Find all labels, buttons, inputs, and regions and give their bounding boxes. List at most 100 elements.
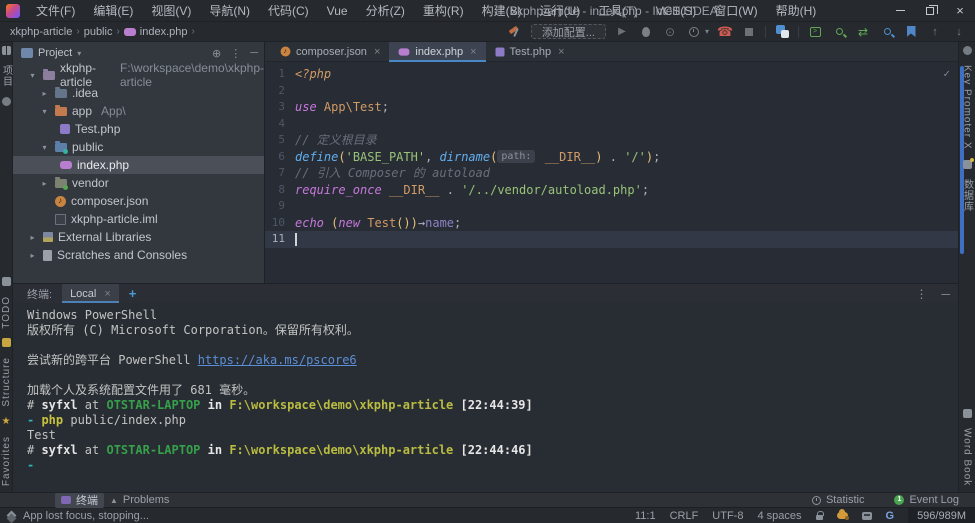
chevron-icon[interactable]: ▾ [27, 71, 38, 80]
close-terminal-tab-icon[interactable]: × [104, 288, 110, 300]
favorites-star-icon[interactable]: ★ [2, 417, 11, 426]
navigate-up-icon[interactable]: ↑ [927, 24, 943, 40]
line-number[interactable]: 5 [265, 132, 295, 149]
statistic-tool-button[interactable]: Statistic [806, 493, 871, 508]
coverage-icon[interactable]: ⊙ [662, 24, 678, 40]
terminal-link[interactable]: https://aka.ms/pscore6 [198, 353, 357, 367]
search-everywhere-icon[interactable] [879, 24, 895, 40]
line-number[interactable]: 9 [265, 198, 295, 215]
minimize-button[interactable] [885, 0, 915, 21]
tree-row[interactable]: ▾public [13, 138, 264, 156]
assistant-icon[interactable] [862, 512, 872, 520]
tree-row[interactable]: ▾appApp\ [13, 102, 264, 120]
tree-row[interactable]: composer.json [13, 192, 264, 210]
database-icon[interactable] [963, 160, 972, 169]
tree-row[interactable]: ▸Scratches and Consoles [13, 246, 264, 264]
line-number[interactable]: 10 [265, 215, 295, 232]
tool-window-toggle-icon[interactable] [7, 511, 17, 521]
memory-indicator[interactable]: 596/989M [908, 508, 975, 523]
lock-icon[interactable] [816, 515, 823, 520]
new-terminal-session-icon[interactable]: + [129, 286, 137, 301]
google-icon[interactable]: G [886, 510, 895, 522]
structure-icon[interactable] [2, 338, 11, 347]
chevron-icon[interactable]: ▾ [39, 107, 50, 116]
menu-item[interactable]: 文件(F) [27, 0, 84, 21]
project-view-dropdown-icon[interactable]: ▾ [77, 49, 81, 58]
translate-icon[interactable] [774, 24, 790, 40]
debug-icon[interactable] [638, 24, 654, 40]
close-tab-icon[interactable]: × [374, 46, 380, 58]
breadcrumb-item[interactable]: xkphp-article [10, 26, 72, 38]
menu-item[interactable]: Vue [318, 0, 357, 21]
stop-icon[interactable] [741, 24, 757, 40]
tree-row[interactable]: ▸External Libraries [13, 228, 264, 246]
line-number[interactable]: 11 [265, 231, 295, 248]
tree-row[interactable]: ▸vendor [13, 174, 264, 192]
chevron-icon[interactable]: ▸ [39, 89, 50, 98]
bookmark-icon[interactable] [903, 24, 919, 40]
panel-options-icon[interactable]: ⋮ [230, 47, 241, 60]
replace-icon[interactable]: ⇄ [855, 24, 871, 40]
profiler-icon[interactable] [686, 24, 702, 40]
editor-tab[interactable]: composer.json× [271, 42, 389, 61]
hide-terminal-icon[interactable]: ─ [941, 287, 950, 301]
close-button[interactable]: × [945, 0, 975, 21]
terminal-tab-local[interactable]: Local × [62, 284, 119, 303]
terminal-output[interactable]: Windows PowerShell版权所有 (C) Microsoft Cor… [13, 303, 958, 473]
word-book-icon[interactable] [963, 409, 972, 418]
key-promoter-icon[interactable] [963, 46, 972, 55]
find-green-icon[interactable] [831, 24, 847, 40]
line-number[interactable]: 2 [265, 83, 295, 100]
chevron-icon[interactable]: ▸ [27, 233, 38, 242]
menu-item[interactable]: 分析(Z) [357, 0, 414, 21]
code-editor[interactable]: 1<?php23use App\Test;45// 定义根目录6define('… [265, 62, 958, 283]
menu-item[interactable]: 重构(R) [414, 0, 473, 21]
navigate-down-icon[interactable]: ↓ [951, 24, 967, 40]
menu-item[interactable]: 帮助(H) [767, 0, 826, 21]
chevron-icon[interactable]: ▾ [39, 143, 50, 152]
todo-icon[interactable] [2, 277, 11, 286]
menu-item[interactable]: 编辑(E) [84, 0, 142, 21]
restore-button[interactable] [915, 0, 945, 21]
editor-tab[interactable]: Test.php× [486, 42, 574, 61]
line-number[interactable]: 3 [265, 99, 295, 116]
close-tab-icon[interactable]: × [470, 46, 476, 58]
chevron-icon[interactable]: ▸ [27, 251, 38, 260]
tree-row[interactable]: index.php [13, 156, 264, 174]
breadcrumb-item[interactable]: index.php [124, 26, 188, 38]
disconnect-icon[interactable]: ☎ [717, 24, 733, 40]
line-number[interactable]: 4 [265, 116, 295, 133]
chevron-icon[interactable]: ▸ [39, 179, 50, 188]
tree-row[interactable]: ▾xkphp-articleF:\workspace\demo\xkphp-ar… [13, 66, 264, 84]
profiler-dropdown-icon[interactable]: ▾ [705, 27, 709, 36]
tree-row[interactable]: Test.php [13, 120, 264, 138]
hide-panel-icon[interactable]: ─ [250, 47, 258, 60]
project-stripe-icon[interactable] [2, 46, 11, 55]
run-configuration-button[interactable]: 添加配置... [531, 24, 606, 39]
tree-row[interactable]: xkphp-article.iml [13, 210, 264, 228]
editor-tab[interactable]: index.php× [389, 42, 485, 61]
stripe-todo-label[interactable]: TODO [1, 296, 12, 329]
menu-item[interactable]: 视图(V) [142, 0, 200, 21]
locate-file-icon[interactable]: ⊕ [212, 47, 221, 60]
terminal-tool-button[interactable]: 终端 [55, 493, 104, 508]
status-indicator[interactable]: 11:1 [635, 510, 656, 522]
stripe-secondary-icon[interactable] [2, 97, 11, 106]
stripe-project-label[interactable]: 项目 [0, 65, 14, 87]
stripe-favorites-label[interactable]: Favorites [1, 436, 12, 486]
settings-sync-icon[interactable] [837, 512, 848, 519]
menu-item[interactable]: 导航(N) [200, 0, 259, 21]
run-icon[interactable]: ▶ [614, 24, 630, 40]
project-panel-title[interactable]: Project [38, 47, 72, 59]
inspection-ok-icon[interactable]: ✓ [943, 67, 950, 80]
status-indicator[interactable]: CRLF [670, 510, 699, 522]
line-number[interactable]: 6 [265, 149, 295, 166]
close-tab-icon[interactable]: × [558, 46, 564, 58]
line-number[interactable]: 7 [265, 165, 295, 182]
line-number[interactable]: 8 [265, 182, 295, 199]
stripe-word-book-label[interactable]: Word Book [962, 428, 973, 486]
console-icon[interactable]: > [807, 24, 823, 40]
line-number[interactable]: 1 [265, 66, 295, 83]
build-hammer-icon[interactable] [507, 24, 523, 40]
terminal-options-icon[interactable]: ⋮ [915, 287, 927, 301]
